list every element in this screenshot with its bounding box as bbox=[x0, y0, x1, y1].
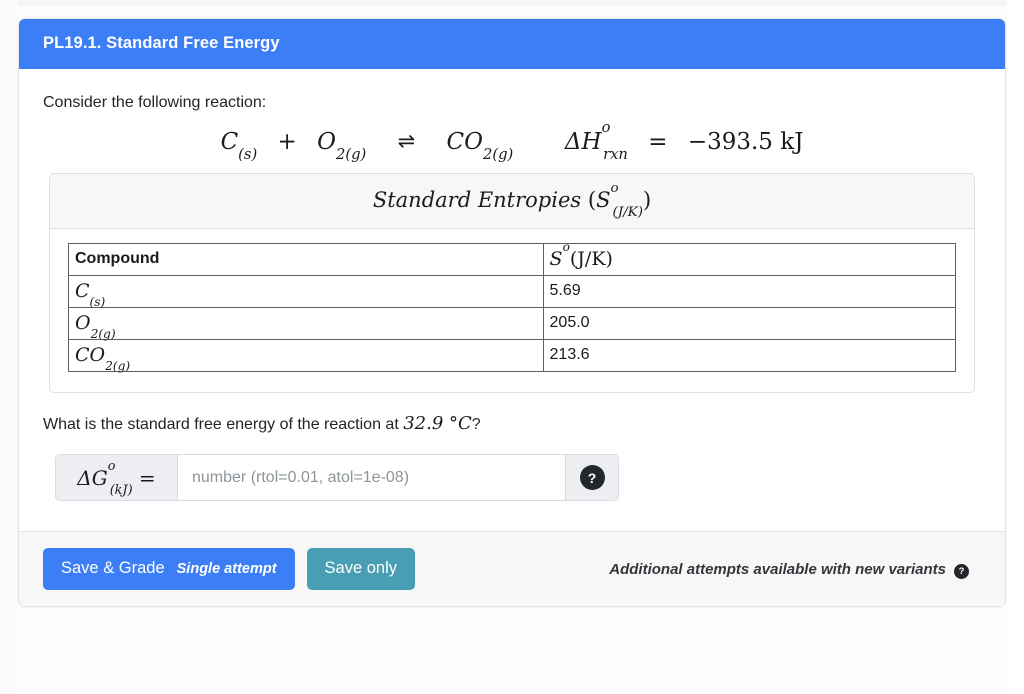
question-mark-icon[interactable]: ? bbox=[954, 563, 969, 579]
compound-state-0: (s) bbox=[89, 294, 106, 309]
question-card: PL19.1. Standard Free Energy Consider th… bbox=[18, 18, 1006, 607]
question-temperature: 32.9 bbox=[403, 413, 444, 434]
save-and-grade-button[interactable]: Save & Grade Single attempt bbox=[43, 548, 295, 590]
entropies-panel: Standard Entropies (So(J/K)) Compound So… bbox=[49, 173, 975, 393]
table-cell-compound: C(s) bbox=[68, 275, 544, 308]
page-top-edge bbox=[0, 0, 1024, 6]
question-mark-icon[interactable]: ? bbox=[579, 465, 605, 490]
enthalpy-superscript: o bbox=[601, 119, 611, 137]
answer-label: ΔGo(kJ) = bbox=[55, 454, 177, 501]
page-title: PL19.1. Standard Free Energy bbox=[43, 34, 280, 52]
card-body: Consider the following reaction: C(s) + … bbox=[19, 69, 1005, 531]
equation-product-count: 2 bbox=[482, 146, 493, 164]
answer-label-subscript: (kJ) bbox=[109, 482, 133, 498]
reaction-equation: C(s) + O2(g) ⇌ CO2(g) ΔHorxn = −393.5 kJ bbox=[43, 120, 981, 162]
equation-product: CO2(g) bbox=[446, 129, 514, 162]
column-header-value-math: So(J/K) bbox=[549, 241, 613, 270]
compound-formula-text-0: C bbox=[75, 280, 90, 302]
attempts-note-text: Additional attempts available with new v… bbox=[609, 560, 946, 578]
compound-state-2: (g) bbox=[112, 358, 131, 373]
entropies-title-subscript: (J/K) bbox=[612, 205, 643, 221]
compound-formula-1: O2(g) bbox=[75, 312, 116, 340]
column-header-value: So(J/K) bbox=[542, 241, 957, 276]
table-cell-value: 5.69 bbox=[542, 275, 957, 308]
table-row: C(s) 5.69 bbox=[68, 275, 957, 308]
page-right-edge bbox=[1007, 0, 1024, 694]
entropies-panel-heading: Standard Entropies (So (J/K)) bbox=[50, 174, 974, 229]
entropies-title-symbol: S bbox=[596, 188, 611, 212]
entropies-panel-title: Standard Entropies (So (J/K)) bbox=[372, 181, 652, 219]
table-cell-compound: O2(g) bbox=[68, 307, 544, 340]
column-header-compound: Compound bbox=[68, 243, 544, 276]
enthalpy-value: −393.5 kJ bbox=[687, 129, 804, 155]
equation-product-formula: CO bbox=[446, 129, 483, 155]
entropies-table-head: Compound So(J/K) bbox=[68, 241, 957, 276]
answer-label-math: ΔGo(kJ) = bbox=[77, 458, 156, 498]
question-text-after: ? bbox=[471, 416, 481, 433]
entropies-title-close-paren: ) bbox=[642, 188, 652, 212]
page-left-edge bbox=[0, 0, 18, 694]
equation-reactant-1: C(s) bbox=[220, 129, 258, 162]
question-unit: C bbox=[458, 413, 472, 434]
table-cell-compound: CO2(g) bbox=[68, 339, 544, 372]
entropies-title-main: Standard Entropies bbox=[372, 188, 582, 212]
table-row: CO2(g) 213.6 bbox=[68, 339, 957, 372]
answer-label-superscript: o bbox=[107, 458, 116, 474]
equation-reactant-2-subscript: 2(g) bbox=[336, 146, 366, 163]
equation-reactant-2-count: 2 bbox=[335, 146, 346, 164]
compound-state-1: (g) bbox=[98, 326, 116, 341]
enthalpy-equals: = bbox=[648, 129, 668, 155]
table-cell-value: 213.6 bbox=[542, 339, 957, 372]
column-header-value-units: (J/K) bbox=[569, 248, 613, 270]
entropies-table: Compound So(J/K) C(s) 5.69 O2(g) 205.0 C… bbox=[68, 241, 957, 372]
equilibrium-arrow-icon: ⇌ bbox=[397, 129, 416, 153]
degree-symbol-icon: ° bbox=[449, 413, 459, 434]
answer-label-symbol: ΔG bbox=[77, 465, 108, 490]
column-header-value-symbol: S bbox=[549, 248, 563, 270]
question-text: What is the standard free energy of the … bbox=[43, 413, 981, 434]
compound-formula-sub-2: 2(g) bbox=[105, 359, 130, 373]
entropies-title-open-paren: ( bbox=[587, 188, 597, 212]
compound-formula-sub-0: (s) bbox=[90, 295, 106, 309]
equation-product-state: (g) bbox=[492, 146, 514, 164]
attempts-note: Additional attempts available with new v… bbox=[609, 560, 981, 579]
save-only-button[interactable]: Save only bbox=[306, 548, 416, 590]
answer-help-append: ? bbox=[566, 454, 619, 501]
equation-reactant-2-state: (g) bbox=[345, 146, 367, 164]
card-footer: Save & Grade Single attempt Save only Ad… bbox=[19, 531, 1005, 606]
equation-product-subscript: 2(g) bbox=[483, 146, 513, 163]
save-and-grade-sublabel: Single attempt bbox=[176, 561, 277, 577]
compound-count-2: 2 bbox=[105, 358, 113, 373]
answer-input[interactable] bbox=[177, 454, 566, 501]
compound-formula-2: CO2(g) bbox=[75, 344, 130, 372]
equation-reactant-1-state: (s) bbox=[238, 146, 258, 164]
table-row: O2(g) 205.0 bbox=[68, 307, 957, 340]
question-temperature-math: 32.9 °C bbox=[403, 413, 472, 434]
equation-reactant-2: O2(g) bbox=[317, 129, 366, 162]
card-header: PL19.1. Standard Free Energy bbox=[19, 19, 1005, 69]
compound-formula-0: C(s) bbox=[75, 280, 105, 308]
entropies-panel-body: Compound So(J/K) C(s) 5.69 O2(g) 205.0 C… bbox=[50, 229, 974, 392]
save-only-label: Save only bbox=[324, 559, 398, 577]
intro-text: Consider the following reaction: bbox=[43, 94, 267, 111]
compound-formula-text-1: O bbox=[75, 312, 91, 334]
save-and-grade-label: Save & Grade bbox=[61, 559, 165, 577]
table-header-row: Compound So(J/K) bbox=[68, 241, 957, 276]
entropies-title-superscript: o bbox=[610, 180, 619, 196]
entropies-table-body: C(s) 5.69 O2(g) 205.0 CO2(g) 213.6 bbox=[68, 275, 957, 372]
answer-input-group: ΔGo(kJ) = ? bbox=[55, 454, 619, 501]
question-text-before: What is the standard free energy of the … bbox=[43, 416, 404, 433]
page-root: PL19.1. Standard Free Energy Consider th… bbox=[0, 0, 1024, 694]
compound-formula-sub-1: 2(g) bbox=[91, 327, 116, 341]
equation-enthalpy: ΔHo rxn bbox=[564, 120, 628, 162]
table-cell-value: 205.0 bbox=[542, 307, 957, 340]
equation-reactant-1-formula: C bbox=[220, 129, 239, 155]
equation-reactant-2-formula: O bbox=[317, 129, 336, 155]
equation-plus: + bbox=[277, 129, 297, 155]
column-header-value-superscript: o bbox=[562, 239, 570, 254]
enthalpy-symbol: ΔH bbox=[564, 129, 602, 155]
compound-formula-text-2: CO bbox=[75, 344, 106, 366]
enthalpy-subscript: rxn bbox=[603, 146, 628, 164]
